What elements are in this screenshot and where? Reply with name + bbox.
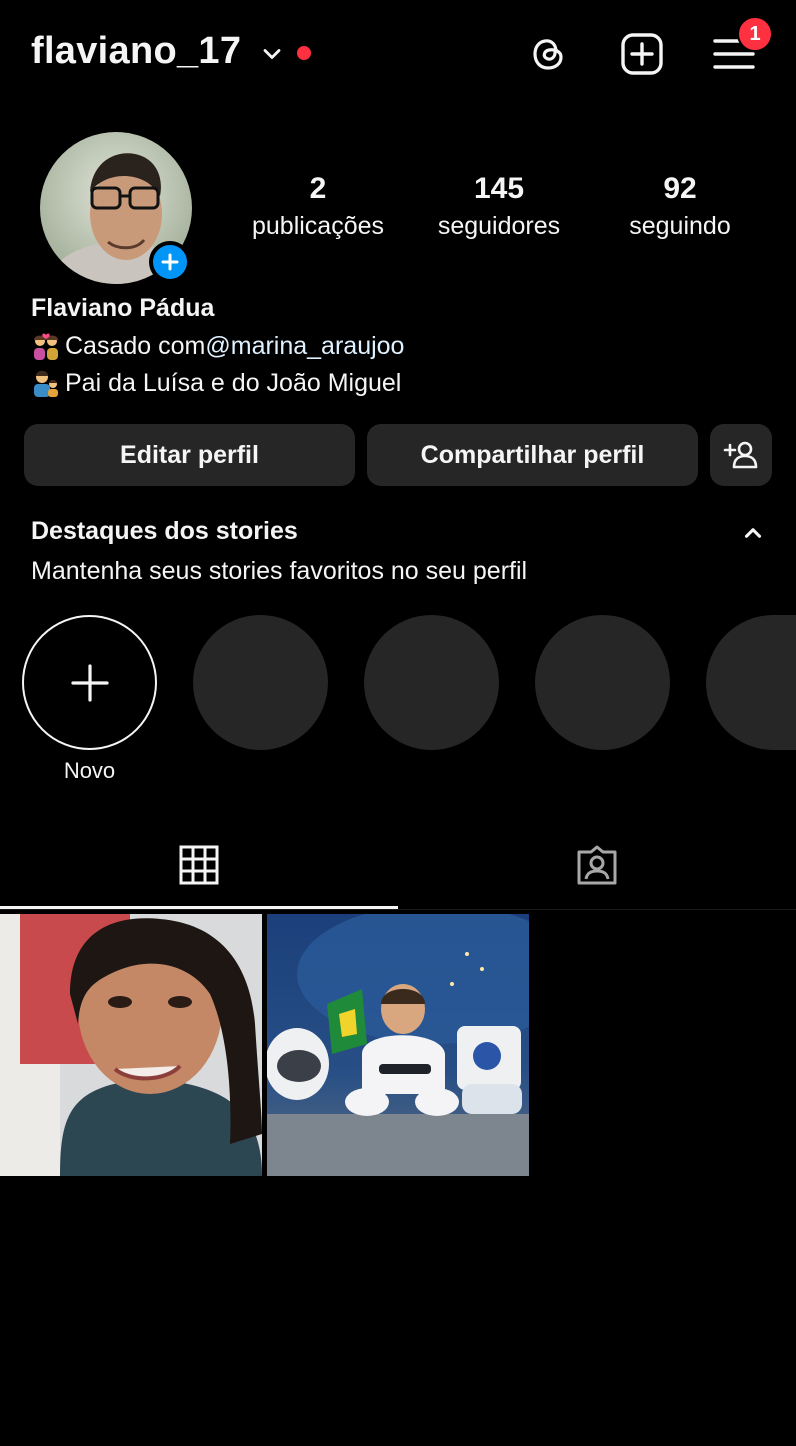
post-thumbnail[interactable] [0,914,262,1176]
add-story-button[interactable] [149,241,191,283]
tab-tagged[interactable] [398,820,796,910]
edit-profile-button[interactable]: Editar perfil [24,424,355,486]
followers-count-value: 145 [473,172,525,205]
bio-line: Pai da Luísa e do João Miguel [31,368,401,398]
mention-link[interactable]: @marina_araujoo [205,332,404,361]
highlight-placeholder [706,615,796,750]
highlights-subtitle: Mantenha seus stories favoritos no seu p… [31,557,528,585]
divider [0,909,796,910]
chevron-up-icon[interactable] [740,520,766,546]
grid-icon [179,845,219,885]
highlights-title: Destaques dos stories [31,517,298,545]
following-count-value: 92 [663,172,697,205]
new-highlight-button[interactable] [22,615,157,750]
bio-text: Casado com [65,331,206,360]
new-post-icon[interactable] [620,32,664,76]
couple-with-heart-icon [34,333,58,360]
family-man-boy-icon [34,370,58,397]
highlight-placeholder [364,615,499,750]
share-profile-button[interactable]: Compartilhar perfil [367,424,698,486]
posts-count-label: publicações [251,212,385,240]
highlight-placeholder [193,615,328,750]
tagged-icon [577,845,617,885]
plus-icon [70,663,109,702]
followers-count-label: seguidores [437,212,561,240]
bio-line: Casado com @marina_araujoo [31,331,404,361]
post-thumbnail[interactable] [267,914,529,1176]
new-highlight-label: Novo [63,758,116,783]
top-bar: flaviano_17 1 [0,0,796,110]
tab-posts-grid[interactable] [0,820,398,910]
notification-badge: 1 [737,16,773,52]
chevron-down-icon[interactable] [258,40,286,68]
add-person-icon [723,441,758,469]
posts-count[interactable]: 2 publicações [244,172,392,241]
following-count[interactable]: 92 seguindo [614,172,746,241]
bio-text: Pai da Luísa e do João Miguel [65,368,402,397]
following-count-label: seguindo [629,212,731,240]
full-name: Flaviano Pádua [31,294,215,322]
highlight-placeholder [535,615,670,750]
threads-icon[interactable] [527,32,571,76]
posts-count-value: 2 [309,172,327,205]
profile-page: flaviano_17 1 2 publicações 145 seguidor… [0,0,796,1446]
followers-count[interactable]: 145 seguidores [428,172,570,241]
status-dot [297,46,311,60]
username-switcher[interactable]: flaviano_17 [31,30,241,73]
plus-icon [161,253,179,271]
profile-avatar[interactable] [40,132,192,284]
discover-people-button[interactable] [710,424,772,486]
